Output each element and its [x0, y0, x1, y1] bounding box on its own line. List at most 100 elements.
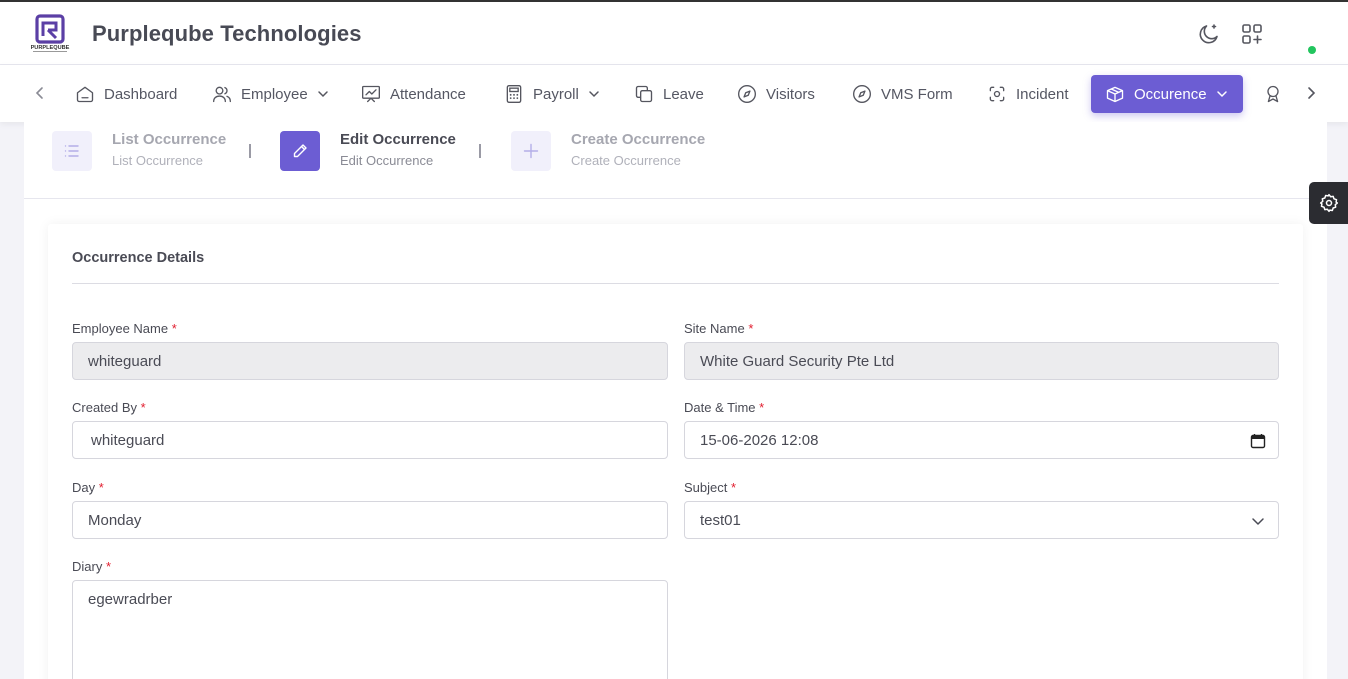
site-name-field[interactable]: White Guard Security Pte Ltd	[684, 342, 1279, 380]
nav-item-payroll[interactable]: Payroll	[504, 75, 601, 113]
users-icon	[213, 86, 231, 103]
created-by-label: Created By *	[72, 400, 146, 415]
label-text: Employee Name	[72, 321, 169, 336]
chevron-down-icon	[317, 91, 328, 98]
step-icon-box	[280, 131, 320, 171]
subject-select[interactable]: test01	[684, 501, 1279, 539]
copy-icon	[635, 85, 653, 103]
step-edit-occurrence[interactable]: Edit Occurrence Edit Occurrence	[280, 131, 456, 171]
nav-scroll-right-icon[interactable]	[1301, 83, 1321, 103]
employee-name-field[interactable]: whiteguard	[72, 342, 668, 380]
diary-label: Diary *	[72, 559, 111, 574]
required-marker: *	[105, 559, 112, 574]
step-subtitle: Edit Occurrence	[340, 153, 434, 168]
award-icon	[1267, 85, 1279, 103]
company-logo[interactable]: PURPLEQUBE	[30, 14, 70, 54]
online-status-dot	[1308, 46, 1316, 54]
nav-item-label: Employee	[241, 85, 308, 103]
box-icon	[1106, 86, 1124, 103]
created-by-field[interactable]: whiteguard	[72, 421, 668, 459]
nav-item-leave[interactable]: Leave	[634, 75, 704, 113]
nav-item-label: Payroll	[533, 85, 579, 103]
field-value: 15-06-2026 12:08	[700, 431, 819, 449]
subject-label: Subject *	[684, 480, 736, 495]
label-text: Date & Time	[684, 400, 756, 415]
chevron-down-icon	[589, 91, 599, 98]
employee-name-label: Employee Name *	[72, 321, 177, 336]
field-value: White Guard Security Pte Ltd	[700, 352, 895, 370]
step-list-occurrence[interactable]: List Occurrence List Occurrence	[52, 131, 226, 171]
nav-item-label: Incident	[1016, 85, 1069, 103]
logo-wordmark: PURPLEQUBE	[31, 45, 70, 51]
nav-item-label: Dashboard	[104, 85, 178, 103]
nav-item-awards[interactable]	[1263, 75, 1292, 113]
step-title: Create Occurrence	[571, 131, 706, 148]
step-subtitle: Create Occurrence	[571, 153, 681, 168]
site-name-label: Site Name *	[684, 321, 753, 336]
step-icon-box	[511, 131, 551, 171]
nav-item-employee[interactable]: Employee	[212, 75, 330, 113]
field-value: whiteguard	[91, 431, 165, 449]
diary-textarea[interactable]: egewradrber	[72, 580, 668, 679]
moon-icon[interactable]	[1197, 22, 1221, 46]
required-marker: *	[731, 480, 737, 495]
chevron-down-icon	[1252, 518, 1264, 525]
occurrence-card: List Occurrence List Occurrence Edit Occ…	[24, 122, 1327, 679]
gear-icon	[1319, 193, 1338, 213]
label-text: Day	[72, 480, 96, 495]
day-label: Day *	[72, 480, 104, 495]
required-marker: *	[140, 400, 146, 415]
theme-settings-button[interactable]	[1309, 182, 1348, 224]
label-text: Diary	[72, 559, 103, 574]
nav-item-label: Visitors	[766, 85, 815, 103]
field-value: whiteguard	[88, 352, 162, 370]
plus-icon	[523, 143, 539, 159]
nav-item-attendance[interactable]: Attendance	[361, 75, 466, 113]
stepper: List Occurrence List Occurrence Edit Occ…	[24, 122, 1327, 199]
nav-item-dashboard[interactable]: Dashboard	[75, 75, 177, 113]
nav-item-label: Leave	[663, 85, 704, 103]
nav-item-vms-form[interactable]: VMS Form	[852, 75, 953, 113]
presentation-chart-icon	[362, 85, 380, 103]
chevron-down-icon	[1216, 91, 1227, 98]
label-text: Subject	[684, 480, 728, 495]
step-separator	[479, 144, 481, 158]
required-marker: *	[98, 480, 104, 495]
top-header: PURPLEQUBE Purpleqube Technologies	[0, 0, 1348, 65]
label-text: Site Name	[684, 321, 745, 336]
compass-icon	[853, 85, 871, 103]
nav-item-label: Occurence	[1134, 85, 1207, 103]
day-field[interactable]: Monday	[72, 501, 668, 539]
step-title: Edit Occurrence	[340, 131, 456, 148]
main-navigation: Dashboard Employee Attendance Payroll Le…	[0, 65, 1348, 122]
calendar-icon[interactable]	[1250, 433, 1266, 449]
list-icon	[64, 145, 79, 157]
nav-item-label: Attendance	[390, 85, 466, 103]
divider	[72, 283, 1279, 284]
calculator-icon	[506, 85, 522, 103]
brand-name: Purpleqube Technologies	[92, 21, 362, 46]
apps-grid-icon[interactable]	[1240, 22, 1264, 46]
pencil-icon	[293, 144, 307, 158]
step-separator	[249, 144, 251, 158]
label-text: Created By	[72, 400, 138, 415]
step-title: List Occurrence	[112, 131, 227, 148]
panel-title: Occurrence Details	[72, 250, 205, 266]
occurrence-details-panel: Occurrence Details Employee Name * white…	[48, 224, 1303, 679]
step-create-occurrence[interactable]: Create Occurrence Create Occurrence	[511, 131, 705, 171]
nav-item-occurence[interactable]: Occurence	[1091, 75, 1243, 113]
nav-item-incident[interactable]: Incident	[987, 75, 1069, 113]
required-marker: *	[171, 321, 177, 336]
field-value: egewradrber	[88, 591, 173, 608]
home-icon	[76, 86, 94, 103]
field-value: test01	[700, 511, 741, 529]
nav-item-label: VMS Form	[881, 85, 953, 103]
nav-item-visitors[interactable]: Visitors	[737, 75, 815, 113]
nav-scroll-left-icon[interactable]	[30, 83, 50, 103]
compass-icon	[738, 85, 756, 103]
focus-icon	[989, 86, 1005, 102]
step-icon-box	[52, 131, 92, 171]
required-marker: *	[759, 400, 765, 415]
date-time-label: Date & Time *	[684, 400, 764, 415]
date-time-field[interactable]: 15-06-2026 12:08	[684, 421, 1279, 459]
